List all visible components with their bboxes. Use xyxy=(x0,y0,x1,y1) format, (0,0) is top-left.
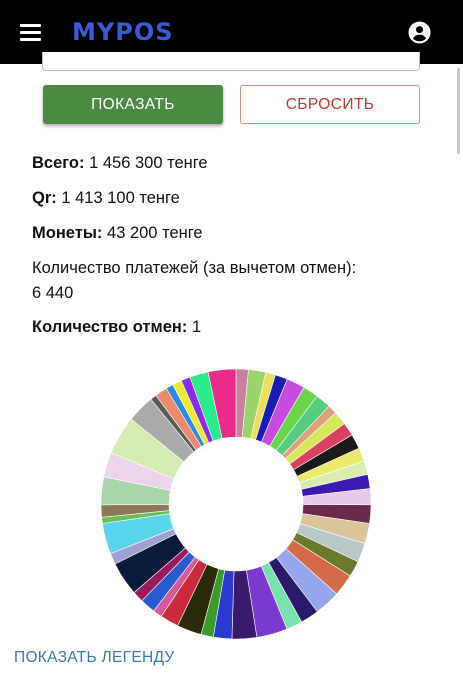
stat-coins-value: 43 200 тенге xyxy=(107,224,203,242)
stat-payments-label: Количество платежей (за вычетом отмен): xyxy=(32,259,357,277)
stat-qr: Qr: 1 413 100 тенге xyxy=(32,188,180,208)
stat-qr-value: 1 413 100 тенге xyxy=(61,189,180,207)
app-logo: MYPOS xyxy=(72,18,174,46)
stat-coins-label: Монеты: xyxy=(32,224,103,242)
reset-button[interactable]: СБРОСИТЬ xyxy=(240,85,420,124)
stat-cancels: Количество отмен: 1 xyxy=(32,317,201,337)
stat-total-value: 1 456 300 тенге xyxy=(89,154,208,172)
stat-payments-value: 6 440 xyxy=(32,284,74,302)
stat-cancels-label: Количество отмен: xyxy=(32,318,188,336)
stat-qr-label: Qr: xyxy=(32,189,57,207)
stat-total-label: Всего: xyxy=(32,154,85,172)
scrollbar[interactable] xyxy=(457,68,460,154)
show-button[interactable]: ПОКАЗАТЬ xyxy=(43,85,223,124)
payments-donut-chart xyxy=(100,368,372,640)
account-circle-icon[interactable] xyxy=(408,21,431,44)
stat-total: Всего: 1 456 300 тенге xyxy=(32,153,208,173)
hamburger-menu-icon[interactable] xyxy=(20,24,41,41)
stat-coins: Монеты: 43 200 тенге xyxy=(32,223,203,243)
stat-cancels-value: 1 xyxy=(191,318,202,336)
filter-select-field[interactable] xyxy=(42,52,420,71)
show-legend-link[interactable]: ПОКАЗАТЬ ЛЕГЕНДУ xyxy=(14,649,175,667)
